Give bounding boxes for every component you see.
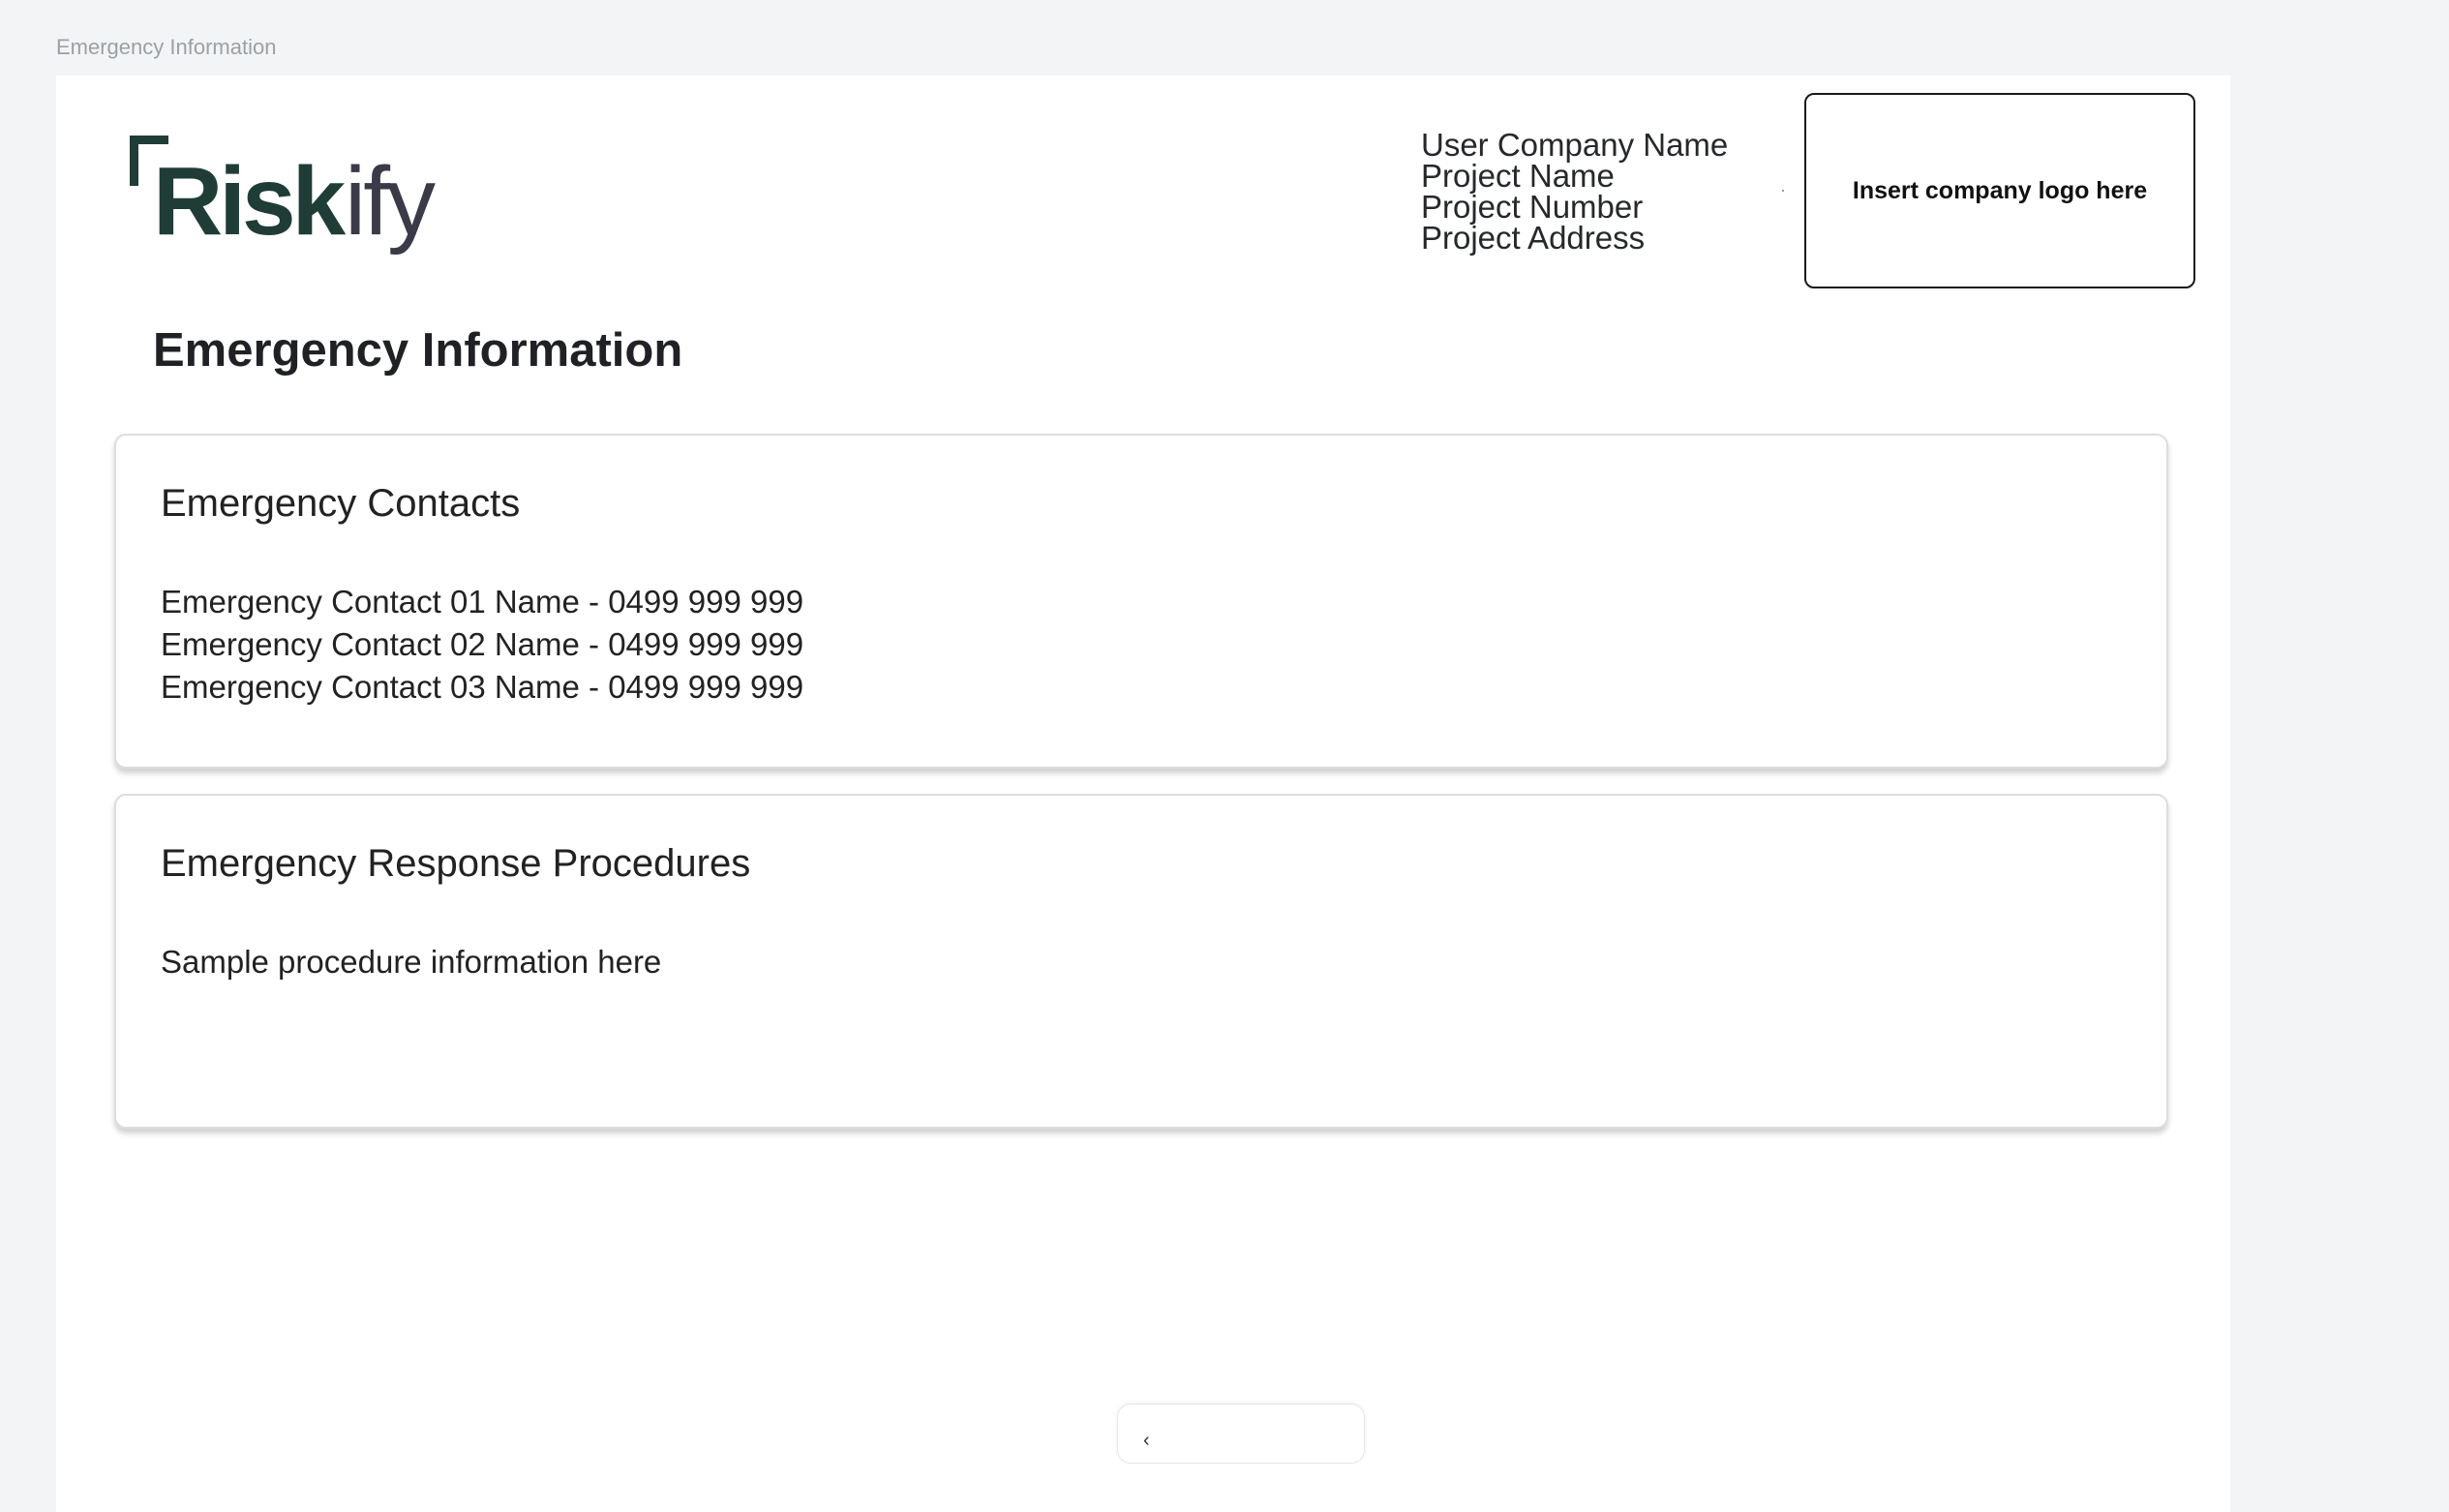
procedures-text: Sample procedure information here: [161, 944, 662, 980]
contact-item: Emergency Contact 01 Name - 0499 999 999: [161, 584, 804, 620]
riskify-logo: Risk ify: [130, 136, 438, 256]
logo-placeholder-label: Insert company logo here: [1852, 176, 2148, 204]
document-page: Risk ify User Company Name Project Name …: [56, 76, 2230, 1512]
procedures-body: Sample procedure information here: [161, 941, 661, 983]
project-number: Project Number: [1421, 189, 1644, 225]
svg-text:ify: ify: [345, 147, 436, 256]
page-navigation-tab[interactable]: ‹: [1117, 1404, 1365, 1464]
company-name: User Company Name: [1421, 127, 1729, 163]
project-info: User Company Name Project Name Project N…: [1421, 127, 1729, 256]
project-name: Project Name: [1421, 158, 1615, 194]
contact-item: Emergency Contact 02 Name - 0499 999 999: [161, 626, 804, 662]
project-address: Project Address: [1421, 220, 1646, 256]
page-title: Emergency Information: [153, 324, 683, 377]
company-logo-placeholder[interactable]: Insert company logo here: [1804, 93, 2195, 288]
contacts-heading: Emergency Contacts: [161, 482, 521, 525]
contact-item: Emergency Contact 03 Name - 0499 999 999: [161, 669, 804, 705]
frame-label: Emergency Information: [56, 35, 277, 59]
svg-text:Risk: Risk: [153, 147, 347, 256]
emergency-contacts-card: Emergency Contacts Emergency Contact 01 …: [114, 434, 2168, 769]
chevron-left-icon[interactable]: ‹: [1143, 1430, 1150, 1452]
contacts-list: Emergency Contact 01 Name - 0499 999 999…: [161, 581, 803, 709]
separator-dot: [1782, 190, 1784, 192]
procedures-heading: Emergency Response Procedures: [161, 842, 751, 885]
emergency-procedures-card: Emergency Response Procedures Sample pro…: [114, 794, 2168, 1129]
